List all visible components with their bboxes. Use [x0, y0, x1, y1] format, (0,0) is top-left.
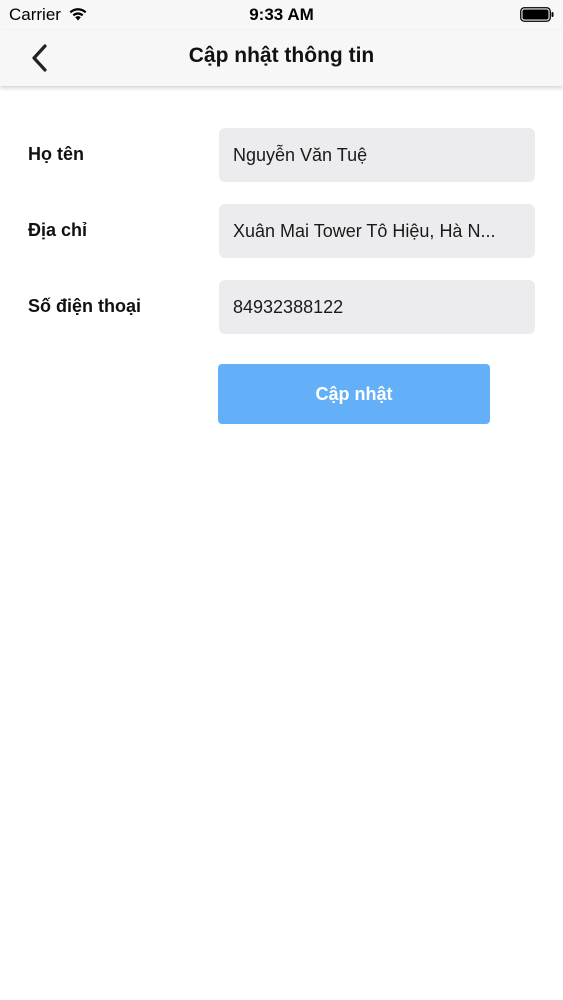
- phone-label: Số điện thoại: [28, 296, 142, 316]
- address-label: Địa chỉ: [28, 220, 88, 240]
- update-info-screen: Carrier 9:33 AM Cập nhật thông tin Họ tê…: [0, 0, 563, 1000]
- field-row-phone: Số điện thoại 84932388122: [0, 280, 563, 334]
- name-input[interactable]: Nguyễn Văn Tuệ: [219, 128, 535, 182]
- phone-input[interactable]: 84932388122: [219, 280, 535, 334]
- page-title: Cập nhật thông tin: [188, 44, 375, 67]
- status-bar: Carrier 9:33 AM: [0, 0, 563, 30]
- name-label: Họ tên: [28, 144, 84, 164]
- navigation-bar: Cập nhật thông tin: [0, 30, 563, 86]
- address-input[interactable]: Xuân Mai Tower Tô Hiệu, Hà N...: [219, 204, 535, 258]
- battery-icon: [520, 7, 554, 22]
- status-time: 9:33 AM: [249, 5, 314, 24]
- update-form: Họ tên Nguyễn Văn Tuệ Địa chỉ Xuân Mai T…: [0, 128, 563, 356]
- field-row-address: Địa chỉ Xuân Mai Tower Tô Hiệu, Hà N...: [0, 204, 563, 258]
- field-row-name: Họ tên Nguyễn Văn Tuệ: [0, 128, 563, 182]
- update-button[interactable]: Cập nhật: [218, 364, 490, 424]
